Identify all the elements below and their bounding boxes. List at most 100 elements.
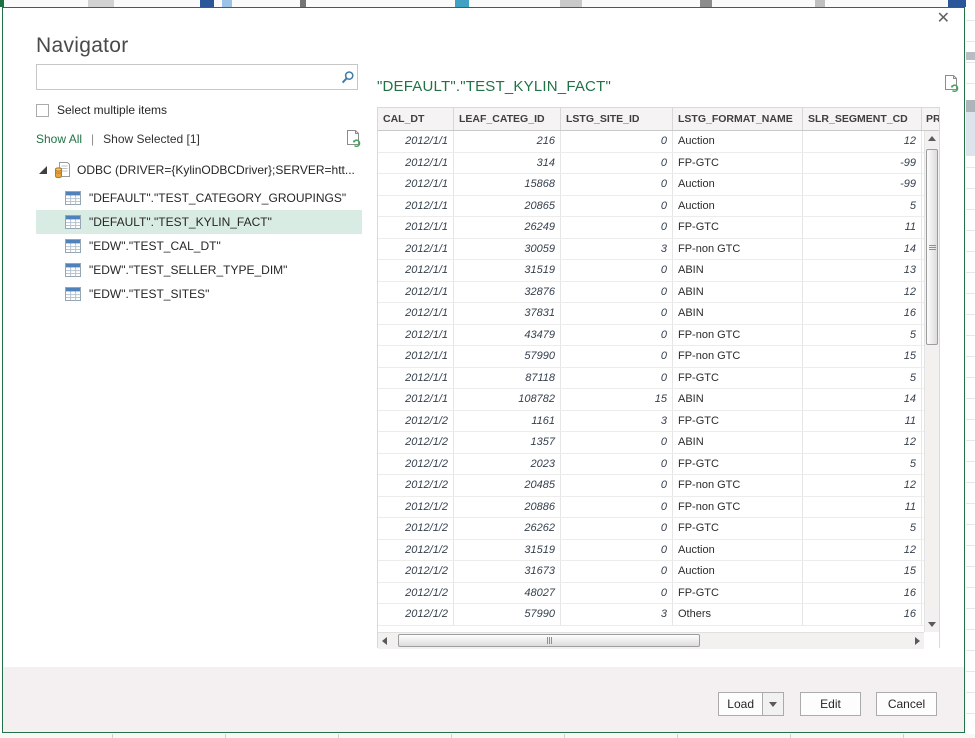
- load-dropdown-arrow-icon[interactable]: [762, 693, 783, 715]
- scroll-left-icon[interactable]: [382, 637, 387, 645]
- tree-item-4[interactable]: "EDW"."TEST_SITES": [36, 282, 362, 306]
- table-cell: 0: [561, 131, 673, 152]
- table-cell: FP-GTC: [673, 454, 803, 475]
- horizontal-scrollbar-thumb[interactable]: [398, 634, 700, 647]
- table-cell: 0: [561, 217, 673, 238]
- column-header-pri[interactable]: PRI: [922, 108, 939, 130]
- edit-button[interactable]: Edit: [800, 692, 861, 716]
- table-cell: 12: [803, 131, 922, 152]
- odbc-source-icon: [54, 161, 71, 179]
- column-header-slr_segment_cd[interactable]: SLR_SEGMENT_CD: [803, 108, 922, 130]
- table-icon: [65, 287, 81, 301]
- table-cell: -99: [803, 174, 922, 195]
- scroll-down-icon[interactable]: [928, 622, 936, 627]
- table-row: 2012/1/2262620FP-GTC5: [378, 518, 924, 540]
- table-cell: 0: [561, 561, 673, 582]
- table-cell: 14: [803, 239, 922, 260]
- tree-item-0[interactable]: "DEFAULT"."TEST_CATEGORY_GROUPINGS": [36, 186, 362, 210]
- load-button[interactable]: Load: [719, 697, 762, 711]
- tree-item-2[interactable]: "EDW"."TEST_CAL_DT": [36, 234, 362, 258]
- table-row: 2012/1/2316730Auction15: [378, 561, 924, 583]
- table-header-row: CAL_DTLEAF_CATEG_IDLSTG_SITE_IDLSTG_FORM…: [378, 108, 939, 131]
- scroll-right-icon[interactable]: [915, 637, 920, 645]
- table-cell: FP-GTC: [673, 518, 803, 539]
- table-cell: FP-GTC: [673, 411, 803, 432]
- column-header-lstg_site_id[interactable]: LSTG_SITE_ID: [561, 108, 673, 130]
- scroll-up-icon[interactable]: [928, 136, 936, 141]
- table-cell: 3: [561, 239, 673, 260]
- table-cell: 0: [561, 325, 673, 346]
- select-multiple-checkbox[interactable]: [36, 104, 49, 117]
- table-row: 2012/1/1378310ABIN16: [378, 303, 924, 325]
- table-cell: 16: [803, 604, 922, 625]
- table-cell: 2012/1/1: [378, 389, 454, 410]
- table-cell: 11: [803, 217, 922, 238]
- table-cell: 12: [803, 282, 922, 303]
- table-cell: 5: [803, 518, 922, 539]
- search-input[interactable]: [37, 66, 337, 88]
- table-row: 2012/1/220230FP-GTC5: [378, 454, 924, 476]
- table-cell: 5: [803, 368, 922, 389]
- table-cell: 13: [803, 260, 922, 281]
- table-cell: 11: [803, 411, 922, 432]
- table-cell: FP-GTC: [673, 217, 803, 238]
- column-header-leaf_categ_id[interactable]: LEAF_CATEG_ID: [454, 108, 561, 130]
- table-cell: 1357: [454, 432, 561, 453]
- table-body: 2012/1/12160Auction122012/1/13140FP-GTC-…: [378, 131, 924, 632]
- source-tree: ODBC (DRIVER={KylinODBCDriver};SERVER=ht…: [36, 158, 362, 306]
- tree-root-odbc[interactable]: ODBC (DRIVER={KylinODBCDriver};SERVER=ht…: [36, 158, 362, 182]
- tree-item-3[interactable]: "EDW"."TEST_SELLER_TYPE_DIM": [36, 258, 362, 282]
- table-cell: 14: [803, 389, 922, 410]
- table-icon: [65, 215, 81, 229]
- show-all-link[interactable]: Show All: [36, 132, 82, 146]
- tree-item-label: "DEFAULT"."TEST_CATEGORY_GROUPINGS": [89, 191, 346, 205]
- vertical-scrollbar-thumb[interactable]: [926, 149, 938, 345]
- column-header-lstg_format_name[interactable]: LSTG_FORMAT_NAME: [673, 108, 803, 130]
- table-cell: 3: [561, 604, 673, 625]
- tree-item-label: "EDW"."TEST_SELLER_TYPE_DIM": [89, 263, 287, 277]
- table-cell: 48027: [454, 583, 561, 604]
- cancel-button[interactable]: Cancel: [876, 692, 937, 716]
- table-cell: 2012/1/2: [378, 604, 454, 625]
- table-cell: 43479: [454, 325, 561, 346]
- table-cell: FP-GTC: [673, 153, 803, 174]
- table-cell: 0: [561, 260, 673, 281]
- table-cell: 0: [561, 497, 673, 518]
- tree-item-label: "EDW"."TEST_SITES": [89, 287, 209, 301]
- table-row: 2012/1/1300593FP-non GTC14: [378, 239, 924, 261]
- table-cell: 20485: [454, 475, 561, 496]
- table-row: 2012/1/1871180FP-GTC5: [378, 368, 924, 390]
- table-cell: 0: [561, 475, 673, 496]
- table-row: 2012/1/2315190Auction12: [378, 540, 924, 562]
- table-row: 2012/1/13140FP-GTC-99: [378, 153, 924, 175]
- preview-refresh-icon[interactable]: [942, 74, 960, 93]
- refresh-icon[interactable]: [344, 129, 362, 148]
- table-cell: 2023: [454, 454, 561, 475]
- column-header-cal_dt[interactable]: CAL_DT: [378, 108, 454, 130]
- table-icon: [65, 239, 81, 253]
- table-cell: FP-GTC: [673, 368, 803, 389]
- table-cell: 31519: [454, 540, 561, 561]
- table-cell: 11: [803, 497, 922, 518]
- tree-item-label: "EDW"."TEST_CAL_DT": [89, 239, 221, 253]
- show-selected-link[interactable]: Show Selected [1]: [103, 132, 200, 146]
- table-row: 2012/1/12160Auction12: [378, 131, 924, 153]
- table-row: 2012/1/110878215ABIN14: [378, 389, 924, 411]
- show-filter-row: Show All | Show Selected [1]: [36, 129, 362, 148]
- vertical-scrollbar[interactable]: [924, 131, 939, 632]
- table-cell: 2012/1/1: [378, 174, 454, 195]
- horizontal-scrollbar[interactable]: [378, 632, 924, 649]
- search-icon[interactable]: [337, 68, 357, 86]
- search-box: [36, 64, 358, 90]
- table-cell: 0: [561, 368, 673, 389]
- table-cell: 2012/1/1: [378, 346, 454, 367]
- tree-item-label: "DEFAULT"."TEST_KYLIN_FACT": [89, 215, 272, 229]
- table-cell: 0: [561, 583, 673, 604]
- table-cell: 20865: [454, 196, 561, 217]
- expand-collapse-icon[interactable]: [38, 165, 48, 175]
- table-cell: Auction: [673, 131, 803, 152]
- table-cell: 1161: [454, 411, 561, 432]
- table-cell: 15: [803, 346, 922, 367]
- close-icon[interactable]: ✕: [937, 11, 950, 27]
- tree-item-1[interactable]: "DEFAULT"."TEST_KYLIN_FACT": [36, 210, 362, 234]
